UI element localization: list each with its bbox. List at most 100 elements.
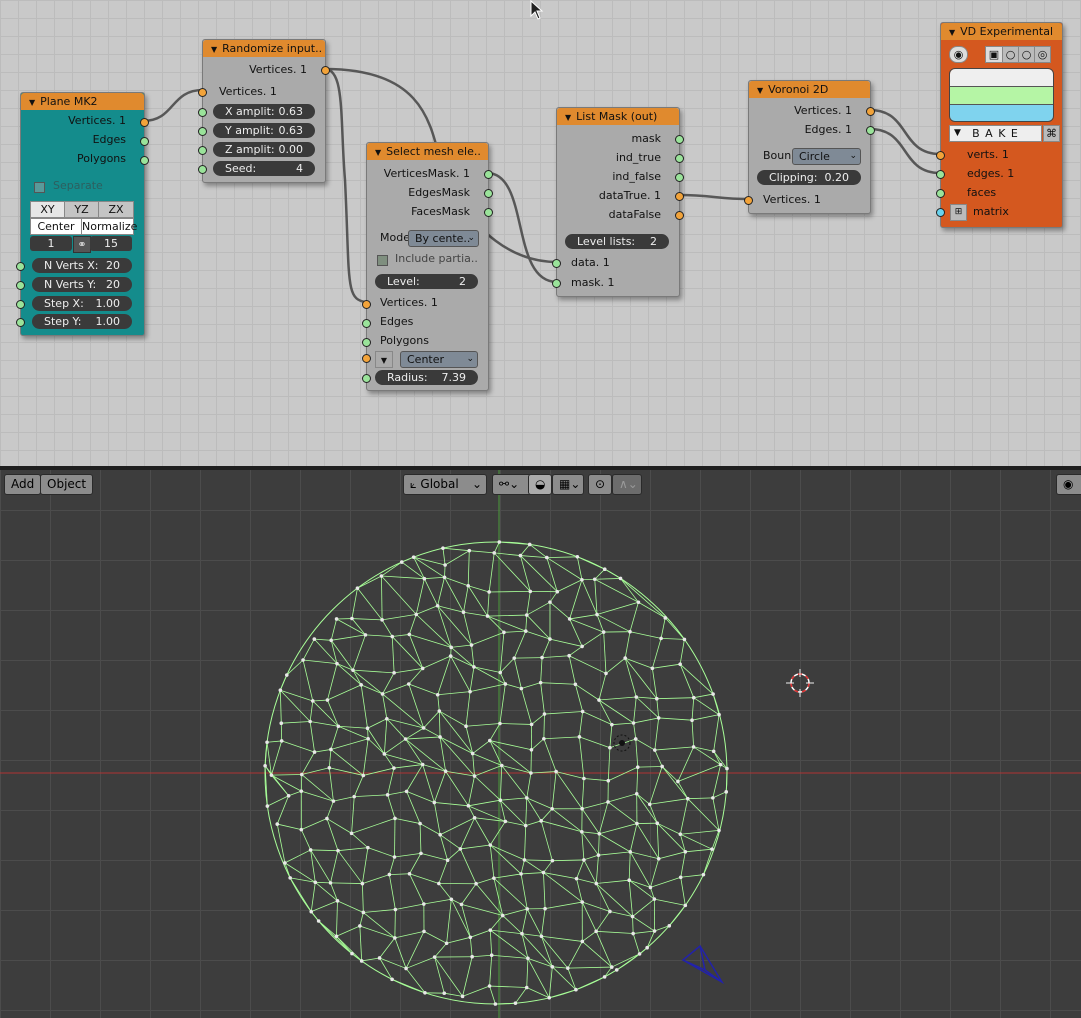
view-dropdown[interactable]: ◉ — [1056, 474, 1081, 495]
socket-out-edges[interactable] — [866, 126, 875, 135]
center-expand-button[interactable]: ▼ — [375, 351, 393, 368]
collapse-triangle-icon[interactable]: ▼ — [29, 98, 35, 107]
add-menu-button[interactable]: Add — [4, 474, 42, 495]
socket-in-vertices[interactable] — [198, 88, 207, 97]
socket-out-data-true[interactable] — [675, 192, 684, 201]
size-right-field[interactable]: 15 — [90, 236, 132, 251]
step-y-field[interactable]: Step Y: 1.00 — [32, 314, 132, 329]
x-amplitude-field[interactable]: X amplit: 0.63 — [213, 104, 315, 119]
node-list-mask[interactable]: ▼ List Mask (out) mask ind_true ind_false… — [552, 107, 684, 297]
socket-in-x-amplitude[interactable] — [198, 108, 207, 117]
collapse-triangle-icon[interactable]: ▼ — [757, 86, 763, 95]
bake-button[interactable]: ▼ B A K E — [949, 125, 1042, 142]
snap-element-dropdown[interactable]: ▦⌄ — [552, 474, 584, 495]
socket-out-edges-mask[interactable] — [484, 189, 493, 198]
socket-in-verts[interactable] — [936, 151, 945, 160]
socket-in-nverts-x[interactable] — [16, 262, 25, 271]
node-voronoi-2d[interactable]: ▼ Voronoi 2D Vertices. 1 Edges. 1 Boun Ci… — [744, 80, 875, 214]
object-menu-button[interactable]: Object — [40, 474, 94, 495]
n-verts-y-field[interactable]: N Verts Y: 20 — [32, 277, 132, 292]
socket-in-seed[interactable] — [198, 165, 207, 174]
circle-icon[interactable]: ○ — [1002, 46, 1019, 63]
node-header[interactable]: ▼ VD Experimental — [941, 23, 1062, 40]
socket-out-vertices-mask[interactable] — [484, 170, 493, 179]
transform-orientation-dropdown[interactable]: ⟀ Global ⌄ — [403, 474, 487, 495]
include-partial-checkbox[interactable] — [377, 255, 388, 266]
socket-in-vertices[interactable] — [362, 300, 371, 309]
snap-toggle[interactable]: ◒ — [528, 474, 552, 495]
plane-zx-button[interactable]: ZX — [98, 201, 134, 218]
plane-xy-button[interactable]: XY — [30, 201, 65, 218]
proportional-edit-toggle[interactable]: ⊙ — [588, 474, 612, 495]
node-header[interactable]: ▼ Plane MK2 — [21, 93, 144, 110]
socket-out-polygons[interactable] — [140, 156, 149, 165]
radius-field[interactable]: Radius: 7.39 — [375, 370, 478, 385]
bake-settings-icon[interactable]: ⌘ — [1043, 125, 1060, 142]
socket-in-mask[interactable] — [552, 279, 561, 288]
socket-in-radius[interactable] — [362, 374, 371, 383]
socket-out-edges[interactable] — [140, 137, 149, 146]
socket-in-data[interactable] — [552, 259, 561, 268]
socket-out-data-false[interactable] — [675, 211, 684, 220]
level-lists-field[interactable]: Level lists: 2 — [565, 234, 669, 249]
level-field[interactable]: Level: 2 — [375, 274, 478, 289]
face-color-swatch[interactable] — [950, 105, 1053, 121]
socket-out-ind-false[interactable] — [675, 173, 684, 182]
separate-checkbox[interactable] — [34, 182, 45, 193]
3d-viewport[interactable] — [0, 470, 1081, 1018]
center-dropdown[interactable]: Center ⌄ — [400, 351, 478, 368]
node-randomize-input[interactable]: ▼ Randomize input.. Vertices. 1 Vertices.… — [198, 39, 330, 183]
circle-icon[interactable]: ◎ — [1034, 46, 1051, 63]
socket-in-polygons[interactable] — [362, 338, 371, 347]
node-header[interactable]: ▼ Voronoi 2D — [749, 81, 870, 98]
socket-in-z-amplitude[interactable] — [198, 146, 207, 155]
socket-out-vertices[interactable] — [140, 118, 149, 127]
matrix-icon[interactable]: ⊞ — [950, 204, 967, 221]
clipping-field[interactable]: Clipping: 0.20 — [757, 170, 861, 185]
socket-out-vertices[interactable] — [866, 107, 875, 116]
socket-in-center[interactable] — [362, 354, 371, 363]
node-vd-experimental[interactable]: ▼ VD Experimental ◉ ▣ ○ ○ ◎ ▼ B A K E ⌘ ve… — [936, 22, 1063, 228]
socket-in-faces[interactable] — [936, 189, 945, 198]
socket-out-faces-mask[interactable] — [484, 208, 493, 217]
cube-icon[interactable]: ▣ — [985, 46, 1003, 63]
node-header[interactable]: ▼ Select mesh ele.. — [367, 143, 488, 160]
bound-dropdown[interactable]: Circle ⌄ — [792, 148, 861, 165]
collapse-triangle-icon[interactable]: ▼ — [211, 45, 217, 54]
n-verts-x-field[interactable]: N Verts X: 20 — [32, 258, 132, 273]
pivot-dropdown[interactable]: ⚯⌄ — [492, 474, 532, 495]
node-plane-mk2[interactable]: ▼ Plane MK2 Vertices. 1 Edges Polygons Se… — [16, 92, 149, 336]
socket-in-nverts-y[interactable] — [16, 281, 25, 290]
socket-out-mask[interactable] — [675, 135, 684, 144]
socket-out-ind-true[interactable] — [675, 154, 684, 163]
socket-out-vertices[interactable] — [321, 66, 330, 75]
socket-in-matrix[interactable] — [936, 208, 945, 217]
node-select-mesh-elements[interactable]: ▼ Select mesh ele.. VerticesMask. 1 Edges… — [362, 142, 493, 391]
node-editor[interactable]: ▼ Plane MK2 Vertices. 1 Edges Polygons Se… — [0, 0, 1081, 466]
socket-in-step-x[interactable] — [16, 300, 25, 309]
y-amplitude-field[interactable]: Y amplit: 0.63 — [213, 123, 315, 138]
link-icon[interactable]: ⚭ — [73, 236, 91, 253]
collapse-triangle-icon[interactable]: ▼ — [565, 113, 571, 122]
z-amplitude-field[interactable]: Z amplit: 0.00 — [213, 142, 315, 157]
size-left-field[interactable]: 1 — [30, 236, 72, 251]
mode-dropdown[interactable]: By cente.. ⌄ — [408, 230, 479, 247]
collapse-triangle-icon[interactable]: ▼ — [949, 28, 955, 37]
center-toggle[interactable]: Center — [30, 218, 82, 235]
socket-in-y-amplitude[interactable] — [198, 127, 207, 136]
edge-color-swatch[interactable] — [950, 87, 1053, 105]
plane-yz-button[interactable]: YZ — [64, 201, 99, 218]
socket-in-edges[interactable] — [936, 170, 945, 179]
eye-icon[interactable]: ◉ — [949, 46, 968, 63]
socket-in-step-y[interactable] — [16, 318, 25, 327]
node-header[interactable]: ▼ Randomize input.. — [203, 40, 325, 57]
circle-icon[interactable]: ○ — [1018, 46, 1035, 63]
node-header[interactable]: ▼ List Mask (out) — [557, 108, 679, 125]
collapse-triangle-icon[interactable]: ▼ — [375, 148, 381, 157]
step-x-field[interactable]: Step X: 1.00 — [32, 296, 132, 311]
seed-field[interactable]: Seed: 4 — [213, 161, 315, 176]
falloff-dropdown[interactable]: ∧⌄ — [612, 474, 642, 495]
vertex-color-swatch[interactable] — [950, 69, 1053, 87]
socket-in-edges[interactable] — [362, 319, 371, 328]
normalize-toggle[interactable]: Normalize — [81, 218, 137, 235]
